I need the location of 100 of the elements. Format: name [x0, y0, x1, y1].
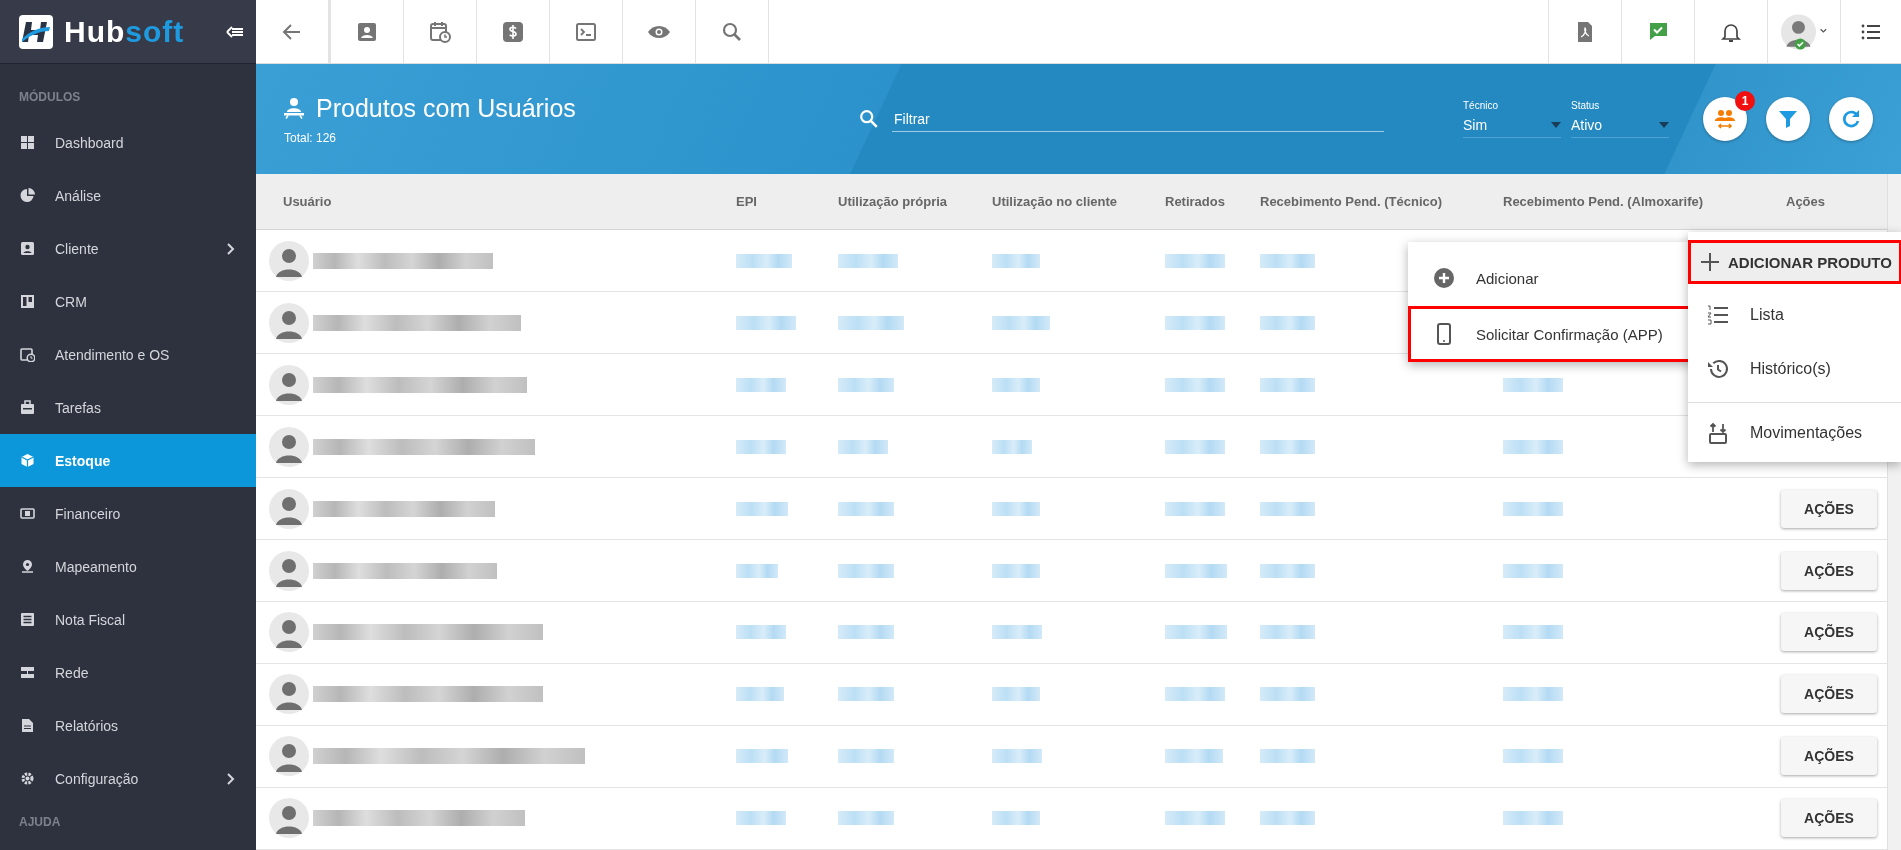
blurred-value — [1503, 377, 1563, 392]
logo-icon — [18, 13, 54, 50]
blurred-value — [736, 625, 786, 640]
blurred-value — [1503, 501, 1563, 516]
blurred-value — [838, 687, 894, 702]
user-avatar-icon[interactable] — [1780, 12, 1828, 51]
calendar-clock-icon — [20, 347, 35, 362]
blurred-value — [1165, 563, 1227, 578]
user-desk-icon — [282, 96, 306, 120]
blurred-value — [736, 811, 786, 826]
blurred-value — [1260, 377, 1315, 392]
filter-button[interactable] — [1766, 97, 1810, 141]
blurred-value — [992, 315, 1050, 330]
actions-button[interactable]: AÇÕES — [1781, 737, 1877, 776]
users-swap-button[interactable] — [1703, 97, 1747, 141]
contact-card-icon — [20, 241, 35, 256]
page-title: Produtos com Usuários — [316, 93, 576, 123]
avatar-icon — [269, 240, 309, 281]
blurred-value — [838, 501, 894, 516]
numbered-list-icon — [1706, 303, 1730, 327]
blurred-value — [736, 439, 786, 454]
column-header: Utilização no cliente — [992, 194, 1118, 210]
select-field[interactable]: Ativo — [1571, 117, 1669, 138]
notification-badge: 1 — [1735, 91, 1755, 111]
avatar-icon — [269, 674, 309, 715]
calendar-clock-icon[interactable] — [428, 19, 452, 44]
blurred-value — [1165, 749, 1223, 764]
column-header: Utilização própria — [838, 194, 949, 210]
blurred-value — [1503, 563, 1563, 578]
actions-button[interactable]: AÇÕES — [1781, 551, 1877, 590]
actions-button[interactable]: AÇÕES — [1781, 675, 1877, 714]
blurred-value — [1165, 315, 1225, 330]
blurred-value — [838, 377, 894, 392]
blurred-value — [992, 687, 1040, 702]
nav-item[interactable]: Rede — [0, 646, 256, 699]
nav-item[interactable]: Tarefas — [0, 381, 256, 434]
blurred-value — [1260, 749, 1315, 764]
blurred-value — [736, 749, 788, 764]
add-product-button[interactable]: ADICIONAR PRODUTO — [1688, 240, 1901, 284]
blurred-value — [1260, 315, 1315, 330]
nav-item[interactable]: Atendimento e OS — [0, 328, 256, 381]
actions-button[interactable]: AÇÕES — [1781, 489, 1877, 528]
blurred-value — [1503, 687, 1563, 702]
collapse-icon[interactable] — [226, 24, 244, 39]
board-icon — [20, 294, 35, 309]
nav-item[interactable]: Nota Fiscal — [0, 593, 256, 646]
blurred-value — [1165, 687, 1225, 702]
blurred-value — [1260, 253, 1315, 268]
avatar-icon — [269, 302, 309, 343]
blurred-value — [736, 563, 778, 578]
filter-field[interactable]: Filtrar — [892, 106, 1384, 132]
nav-item[interactable]: Cliente — [0, 222, 256, 275]
blurred-value — [1260, 625, 1315, 640]
blurred-value — [1165, 625, 1227, 640]
avatar-icon — [269, 550, 309, 591]
blurred-value — [1260, 687, 1315, 702]
blurred-value — [736, 501, 788, 516]
select-label: Técnico — [1463, 100, 1499, 111]
menu-item[interactable]: Movimentações — [1688, 402, 1901, 462]
banknote-icon — [20, 506, 35, 521]
blurred-value — [1260, 439, 1315, 454]
column-header: EPI — [736, 194, 758, 210]
nav-item[interactable]: Relatórios — [0, 699, 256, 752]
refresh-button[interactable] — [1829, 97, 1873, 141]
nav-item[interactable]: Configuração — [0, 752, 256, 805]
dollar-icon[interactable] — [501, 19, 525, 44]
blurred-value — [992, 377, 1040, 392]
nav-item[interactable]: CRM — [0, 275, 256, 328]
column-header: Ações — [1785, 194, 1827, 210]
avatar-icon — [269, 736, 309, 777]
blurred-value — [1503, 625, 1563, 640]
blurred-value — [1165, 501, 1225, 516]
blurred-value — [736, 253, 792, 268]
blurred-value — [1260, 811, 1315, 826]
blurred-value — [1503, 749, 1563, 764]
blurred-value — [992, 563, 1040, 578]
search-icon — [858, 108, 880, 130]
section-title: MÓDULOS — [18, 88, 82, 106]
document-icon — [20, 612, 35, 627]
column-header: Usuário — [282, 194, 333, 210]
dropdown-caret-icon — [1551, 122, 1561, 128]
cube-icon — [20, 453, 35, 468]
blurred-value — [992, 501, 1040, 516]
actions-button[interactable]: AÇÕES — [1781, 613, 1877, 652]
dropdown-caret-icon — [1659, 122, 1669, 128]
section-title: AJUDA — [18, 814, 62, 831]
actions-button[interactable]: AÇÕES — [1781, 799, 1877, 838]
nav-item[interactable]: Dashboard — [0, 116, 256, 169]
nav-item[interactable]: Financeiro — [0, 487, 256, 540]
file-icon — [20, 718, 35, 733]
avatar-icon — [269, 426, 309, 467]
avatar-icon — [269, 488, 309, 529]
nav-item[interactable]: Mapeamento — [0, 540, 256, 593]
blurred-value — [992, 625, 1042, 640]
blurred-value — [1165, 253, 1225, 268]
blurred-value — [838, 315, 904, 330]
blurred-value — [736, 687, 784, 702]
briefcase-icon — [20, 400, 35, 415]
nav-item[interactable]: Análise — [0, 169, 256, 222]
select-field[interactable]: Sim — [1463, 117, 1561, 138]
